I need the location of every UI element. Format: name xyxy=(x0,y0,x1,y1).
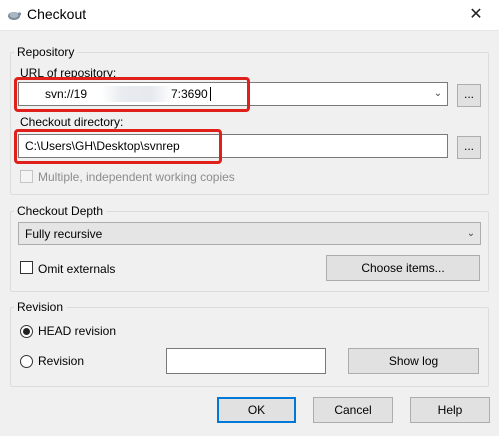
checkout-dir-label: Checkout directory: xyxy=(20,115,124,129)
depth-selected-value: Fully recursive xyxy=(25,227,103,241)
close-icon[interactable]: ✕ xyxy=(453,0,499,30)
revision-group-label: Revision xyxy=(14,300,67,314)
head-revision-radio[interactable] xyxy=(20,325,33,338)
chevron-down-icon[interactable]: ⌄ xyxy=(429,83,447,105)
depth-dropdown[interactable]: Fully recursive ⌄ xyxy=(18,222,481,245)
title-bar: Checkout ✕ xyxy=(0,0,499,30)
revision-radio[interactable] xyxy=(20,355,33,368)
url-highlight-box xyxy=(14,77,250,112)
cancel-button[interactable]: Cancel xyxy=(313,397,393,423)
depth-group-label: Checkout Depth xyxy=(14,204,107,218)
multiple-copies-checkbox[interactable] xyxy=(20,170,33,183)
dir-highlight-box xyxy=(14,129,222,164)
omit-externals-label: Omit externals xyxy=(38,262,116,276)
ok-button[interactable]: OK xyxy=(217,397,296,423)
help-button[interactable]: Help xyxy=(410,397,490,423)
url-browse-button[interactable]: ... xyxy=(457,84,481,107)
tortoise-icon xyxy=(8,12,22,20)
choose-items-button[interactable]: Choose items... xyxy=(326,255,480,281)
repository-group-label: Repository xyxy=(14,45,78,59)
multiple-copies-label: Multiple, independent working copies xyxy=(38,170,235,184)
chevron-down-icon[interactable]: ⌄ xyxy=(462,223,480,244)
omit-externals-checkbox[interactable] xyxy=(20,261,33,274)
window-title: Checkout xyxy=(27,6,87,22)
head-revision-label: HEAD revision xyxy=(38,324,117,338)
revision-input[interactable] xyxy=(166,348,326,374)
revision-label: Revision xyxy=(38,354,85,368)
show-log-button[interactable]: Show log xyxy=(348,348,479,374)
dir-browse-button[interactable]: ... xyxy=(457,136,481,159)
revision-group xyxy=(10,307,489,387)
